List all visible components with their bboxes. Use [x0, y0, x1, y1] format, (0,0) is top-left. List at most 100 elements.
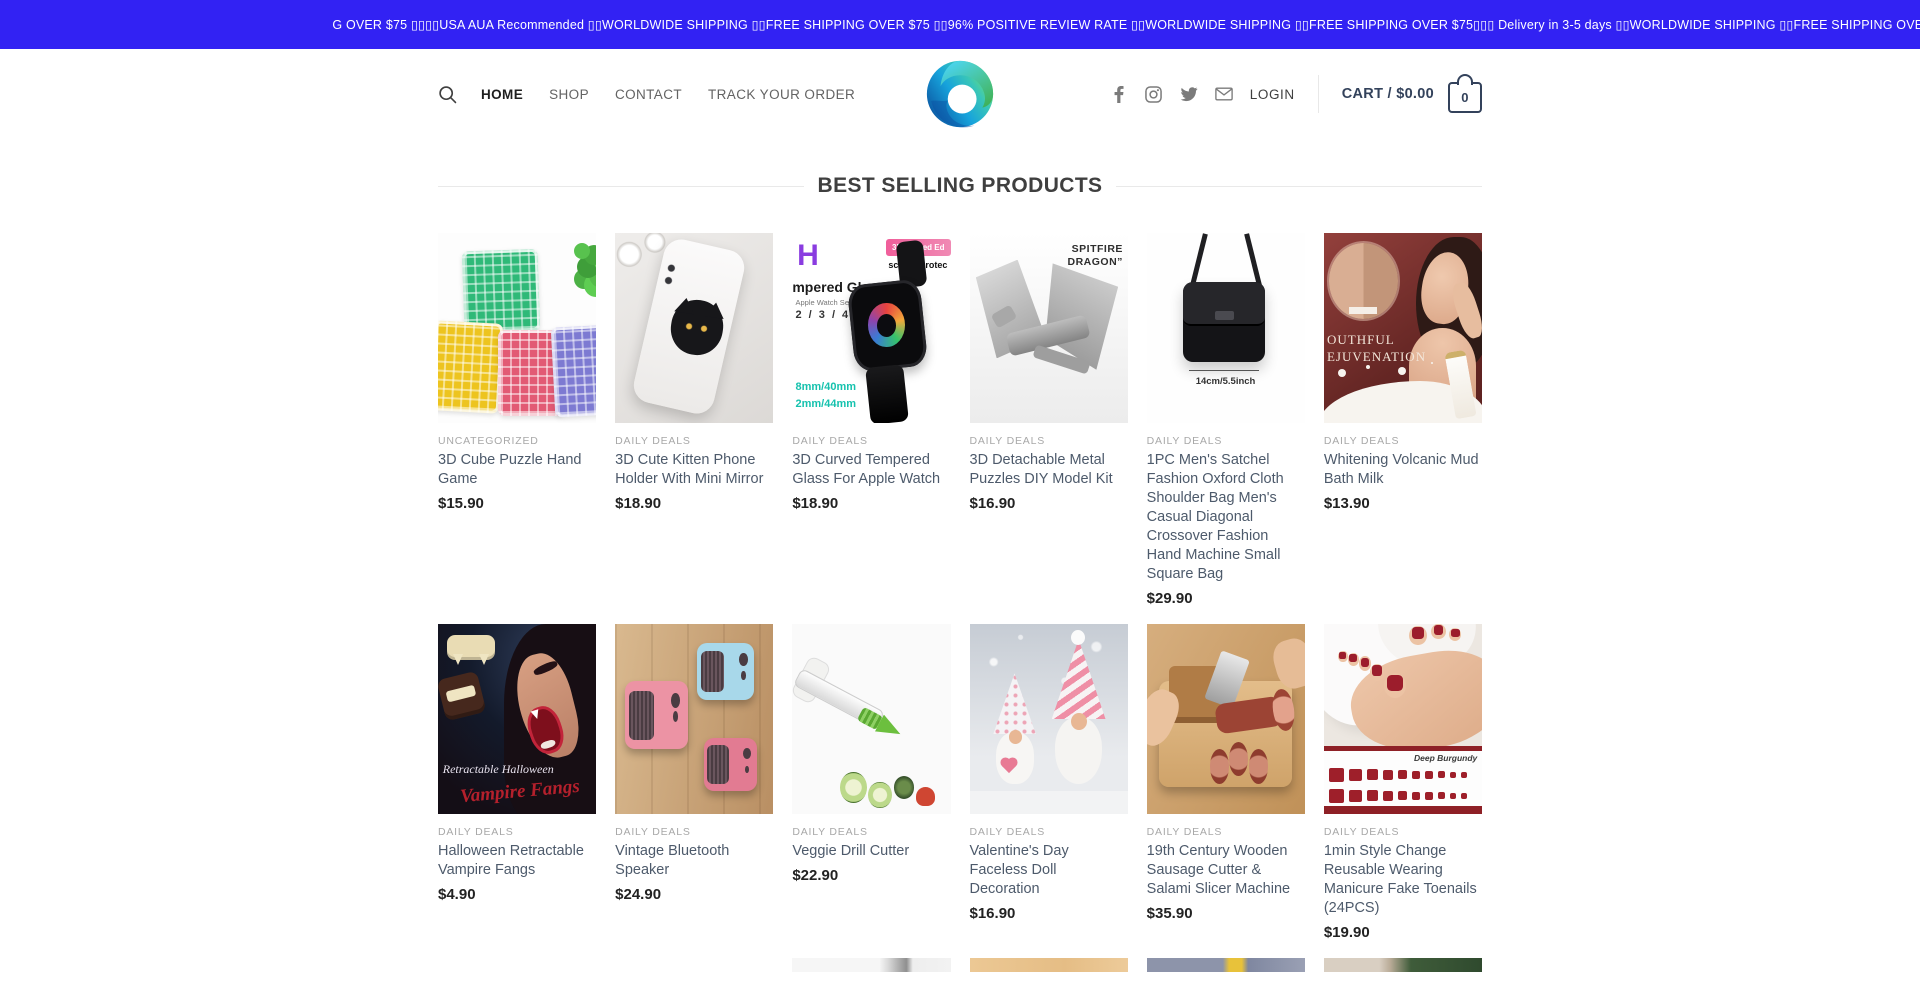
photo-decor — [447, 635, 494, 660]
cart-total-label: CART / $0.00 — [1342, 86, 1434, 102]
photo-decor — [1210, 749, 1229, 783]
product-image-link[interactable]: OUTHFUL EJUVENATION — [1324, 233, 1482, 423]
product-image-link[interactable] — [615, 233, 773, 423]
product-grid-row-2: Retractable Halloween Vampire Fangs DAIL… — [438, 624, 1482, 941]
photo-decor — [1229, 742, 1248, 776]
photo-text: SPITFIRE DRAGON” — [1050, 243, 1123, 269]
product-image-link[interactable]: H mpered Glass Apple Watch Series 2 / 3 … — [792, 233, 950, 423]
photo-decor — [970, 791, 1128, 814]
photo-decor — [574, 243, 590, 259]
nav-track-order[interactable]: TRACK YOUR ORDER — [708, 87, 855, 102]
photo-decor — [1348, 653, 1359, 666]
photo-decor — [1189, 370, 1259, 371]
nail-swatch-row — [1329, 768, 1467, 782]
photo-decor — [1329, 243, 1399, 319]
photo-decor — [1384, 673, 1406, 698]
login-link[interactable]: LOGIN — [1250, 87, 1295, 102]
instagram-icon[interactable] — [1145, 85, 1163, 103]
photo-decor — [625, 681, 688, 749]
photo-decor — [697, 643, 754, 700]
photo-text: 2mm/44mm — [795, 398, 856, 410]
nav-contact[interactable]: CONTACT — [615, 87, 682, 102]
product-image-link[interactable] — [970, 624, 1128, 814]
product-title-link[interactable]: 19th Century Wooden Sausage Cutter & Sal… — [1147, 842, 1305, 899]
product-image-link[interactable] — [615, 624, 773, 814]
product-price: $29.90 — [1147, 590, 1305, 607]
photo-decor — [894, 776, 915, 799]
main-content: BEST SELLING PRODUCTS UNCATEGORIZED 3D C… — [438, 167, 1482, 972]
product-card: DAILY DEALS Veggie Drill Cutter $22.90 — [792, 624, 950, 941]
product-image-link[interactable] — [792, 958, 950, 972]
product-price: $16.90 — [970, 495, 1128, 512]
product-card: UNCATEGORIZED 3D Cube Puzzle Hand Game $… — [438, 233, 596, 607]
product-category: DAILY DEALS — [792, 826, 950, 838]
photo-decor — [1071, 630, 1085, 645]
facebook-icon[interactable] — [1110, 85, 1128, 103]
product-card: DAILY DEALS Valentine's Day Faceless Dol… — [970, 624, 1128, 941]
product-price: $16.90 — [970, 905, 1128, 922]
photo-decor — [1324, 806, 1482, 814]
product-image-link[interactable] — [1147, 958, 1305, 972]
photo-decor — [868, 303, 904, 347]
product-title-link[interactable]: 3D Detachable Metal Puzzles DIY Model Ki… — [970, 451, 1128, 489]
announcement-banner: G OVER $75 ▯▯▯▯USA AUA Recommended ▯▯WOR… — [0, 0, 1920, 49]
product-title-link[interactable]: Veggie Drill Cutter — [792, 842, 950, 861]
product-category: DAILY DEALS — [792, 435, 950, 447]
photo-text: DRAGON” — [1050, 256, 1123, 269]
product-image-link[interactable]: SPITFIRE DRAGON” — [970, 233, 1128, 423]
product-title-link[interactable]: Whitening Volcanic Mud Bath Milk — [1324, 451, 1482, 489]
section-title: BEST SELLING PRODUCTS — [818, 174, 1103, 198]
photo-decor — [993, 673, 1036, 734]
product-card: Deep Burgundy DAILY DEALS 1min Style Cha… — [1324, 624, 1482, 941]
photo-decor — [1338, 651, 1347, 662]
product-image-link[interactable] — [1324, 958, 1482, 972]
product-category: DAILY DEALS — [615, 435, 773, 447]
product-category: DAILY DEALS — [438, 826, 596, 838]
product-image-link[interactable]: Retractable Halloween Vampire Fangs — [438, 624, 596, 814]
photo-decor — [438, 321, 503, 414]
product-title-link[interactable]: 1PC Men's Satchel Fashion Oxford Cloth S… — [1147, 451, 1305, 584]
product-image-link[interactable] — [792, 624, 950, 814]
product-title-link[interactable]: Vintage Bluetooth Speaker — [615, 842, 773, 880]
photo-decor — [1431, 624, 1445, 639]
product-title-link[interactable]: 3D Cute Kitten Phone Holder With Mini Mi… — [615, 451, 773, 489]
photo-decor — [462, 249, 540, 334]
product-image-link[interactable]: 14cm/5.5inch — [1147, 233, 1305, 423]
photo-decor — [1009, 730, 1022, 743]
product-title-link[interactable]: 3D Curved Tempered Glass For Apple Watch — [792, 451, 950, 489]
product-title-link[interactable]: 3D Cube Puzzle Hand Game — [438, 451, 596, 489]
product-category: DAILY DEALS — [615, 826, 773, 838]
photo-text: Retractable Halloween — [443, 763, 554, 775]
product-image-link[interactable] — [970, 958, 1128, 972]
product-image-link[interactable] — [438, 233, 596, 423]
search-icon[interactable] — [438, 85, 457, 104]
photo-text: H — [797, 239, 819, 273]
photo-decor — [916, 787, 935, 806]
nav-home[interactable]: HOME — [481, 87, 523, 102]
cart-count: 0 — [1461, 90, 1469, 105]
email-icon[interactable] — [1215, 85, 1233, 103]
photo-decor — [865, 364, 909, 423]
product-category: DAILY DEALS — [1147, 826, 1305, 838]
site-logo[interactable] — [924, 58, 996, 130]
product-price: $35.90 — [1147, 905, 1305, 922]
photo-decor — [1244, 233, 1262, 289]
cart-link[interactable]: CART / $0.00 0 — [1342, 76, 1482, 113]
photo-decor — [840, 772, 867, 802]
product-image-link[interactable] — [1147, 624, 1305, 814]
product-card: 14cm/5.5inch DAILY DEALS 1PC Men's Satch… — [1147, 233, 1305, 607]
product-title-link[interactable]: Halloween Retractable Vampire Fangs — [438, 842, 596, 880]
product-image-link[interactable]: Deep Burgundy — [1324, 624, 1482, 814]
photo-decor — [704, 738, 758, 791]
photo-text: 14cm/5.5inch — [1196, 376, 1256, 387]
nav-shop[interactable]: SHOP — [549, 87, 589, 102]
product-title-link[interactable]: 1min Style Change Reusable Wearing Manic… — [1324, 842, 1482, 918]
product-title-link[interactable]: Valentine's Day Faceless Doll Decoration — [970, 842, 1128, 899]
product-card: SPITFIRE DRAGON” DAILY DEALS 3D Detachab… — [970, 233, 1128, 607]
twitter-icon[interactable] — [1180, 85, 1198, 103]
photo-decor — [1409, 626, 1426, 645]
product-price: $18.90 — [615, 495, 773, 512]
product-card: H mpered Glass Apple Watch Series 2 / 3 … — [792, 233, 950, 607]
heading-line-right — [1116, 186, 1482, 187]
photo-text: OUTHFUL — [1327, 332, 1395, 348]
